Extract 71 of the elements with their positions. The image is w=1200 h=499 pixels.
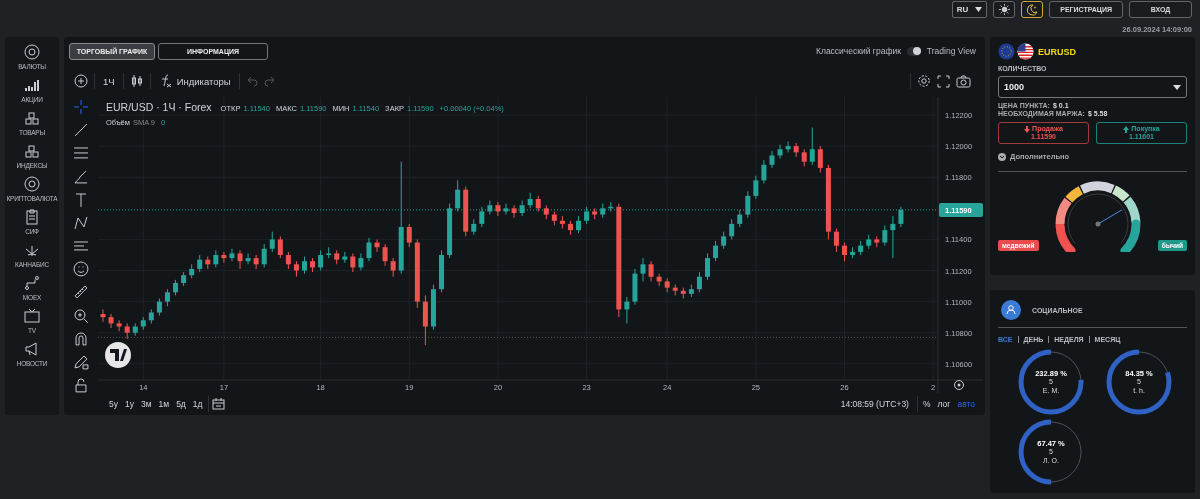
candlestick xyxy=(326,246,332,259)
drawing-tool-icon[interactable] xyxy=(73,238,89,254)
date-range-icon[interactable] xyxy=(211,398,225,410)
candlestick xyxy=(140,316,146,331)
drawing-tool-icon[interactable] xyxy=(73,284,89,301)
camera-icon[interactable] xyxy=(956,74,971,88)
megaphone-icon xyxy=(24,340,40,357)
caret-icon xyxy=(975,7,983,12)
settings-icon[interactable] xyxy=(917,74,931,88)
caret-icon xyxy=(1173,84,1181,90)
drawing-tool-icon[interactable] xyxy=(73,353,89,370)
redo-icon[interactable] xyxy=(263,75,276,87)
tv-icon xyxy=(24,307,40,324)
drawing-tool-icon[interactable] xyxy=(73,330,89,347)
progress-ring xyxy=(1018,419,1084,485)
scale-option[interactable]: лог xyxy=(935,399,953,409)
drawing-tool-icon[interactable] xyxy=(73,377,89,393)
boxes-icon xyxy=(24,109,40,126)
interval-button[interactable]: 1Ч xyxy=(101,75,117,87)
candlestick xyxy=(874,235,880,248)
sun-icon xyxy=(998,4,1010,15)
dark-theme-button[interactable] xyxy=(1021,1,1044,18)
symbol-title: EUR/USD · 1Ч · Forex xyxy=(106,101,212,113)
candlestick xyxy=(543,204,549,220)
boxes-icon xyxy=(24,142,40,159)
progress-ring xyxy=(1106,349,1172,415)
range-button[interactable]: 5y xyxy=(107,399,120,409)
candlestick xyxy=(334,249,340,265)
view-toggle-switch[interactable] xyxy=(906,46,921,56)
symbol-name: EURUSD xyxy=(1038,46,1076,57)
light-theme-button[interactable] xyxy=(993,1,1016,18)
clock-text: 14:08:59 (UTC+3) xyxy=(840,399,909,409)
axis-settings-icon[interactable] xyxy=(954,380,964,390)
coin-icon xyxy=(24,175,40,192)
progress-ring xyxy=(1018,349,1084,415)
classic-chart-label: Классический график xyxy=(815,46,901,56)
candlestick xyxy=(293,260,299,278)
drawing-tool-icon[interactable] xyxy=(73,145,89,162)
scale-option[interactable]: % xyxy=(920,399,933,409)
moon-icon xyxy=(1026,3,1039,16)
clipboard-icon xyxy=(24,208,40,225)
up-arrow-icon xyxy=(1123,125,1130,133)
quantity-select[interactable]: 1000 xyxy=(998,76,1187,98)
candlestick xyxy=(600,203,606,219)
range-button[interactable]: 1м xyxy=(156,399,172,409)
indicators-button[interactable]: Индикаторы xyxy=(156,74,233,88)
add-icon[interactable] xyxy=(74,74,88,88)
range-button[interactable]: 3м xyxy=(138,399,154,409)
users-icon xyxy=(1001,300,1021,320)
range-button[interactable]: 5д xyxy=(174,399,188,409)
undo-icon[interactable] xyxy=(245,75,258,87)
chevron-icon xyxy=(998,152,1006,161)
fullscreen-icon[interactable] xyxy=(937,74,950,88)
language-select[interactable]: RU xyxy=(951,1,988,18)
us-flag-icon xyxy=(1017,43,1034,60)
down-arrow-icon xyxy=(1024,125,1031,133)
range-button[interactable]: 1y xyxy=(123,399,136,409)
candlestick xyxy=(592,207,598,220)
route-icon xyxy=(24,274,40,291)
range-button[interactable]: 1д xyxy=(190,399,205,409)
scale-option[interactable]: авто xyxy=(955,399,977,409)
candlestick-icon[interactable] xyxy=(129,74,144,88)
coin-icon xyxy=(24,43,40,60)
drawing-tool-icon[interactable] xyxy=(73,214,89,231)
trading-view-label: Trading View xyxy=(926,46,976,56)
eu-flag-icon xyxy=(998,43,1015,60)
drawing-tool-icon[interactable] xyxy=(73,307,89,324)
drawing-tool-icon[interactable] xyxy=(73,122,89,139)
candlestick xyxy=(664,277,670,293)
drawing-tool-icon[interactable] xyxy=(73,168,89,185)
candlestick xyxy=(866,234,872,250)
